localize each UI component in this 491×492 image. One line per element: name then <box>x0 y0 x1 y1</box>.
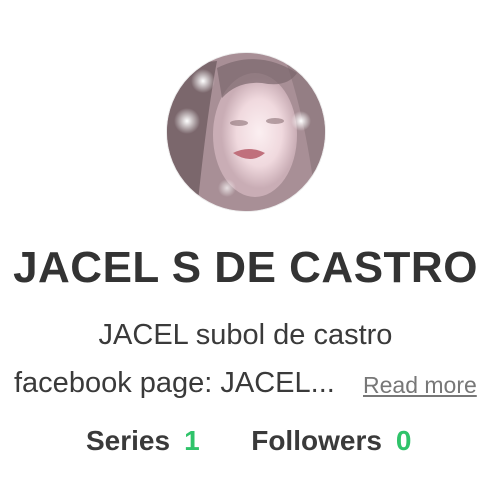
avatar-photo <box>167 53 325 211</box>
bio-text-line2: facebook page: JACEL... <box>14 367 335 399</box>
profile-stats: Series 1 Followers 0 <box>86 420 412 462</box>
series-count: 1 <box>184 425 200 456</box>
series-stat[interactable]: Series 1 <box>86 425 207 456</box>
followers-stat[interactable]: Followers 0 <box>243 425 411 456</box>
bio-text-line1: JACEL subol de castro <box>98 319 393 351</box>
avatar[interactable] <box>166 52 326 212</box>
profile-header: JACEL S DE CASTRO JACEL subol de castro … <box>0 0 491 492</box>
read-more-link[interactable]: Read more <box>363 367 477 403</box>
followers-label: Followers <box>251 425 382 456</box>
profile-name: JACEL S DE CASTRO <box>13 243 478 292</box>
series-label: Series <box>86 425 171 456</box>
followers-count: 0 <box>395 425 412 456</box>
